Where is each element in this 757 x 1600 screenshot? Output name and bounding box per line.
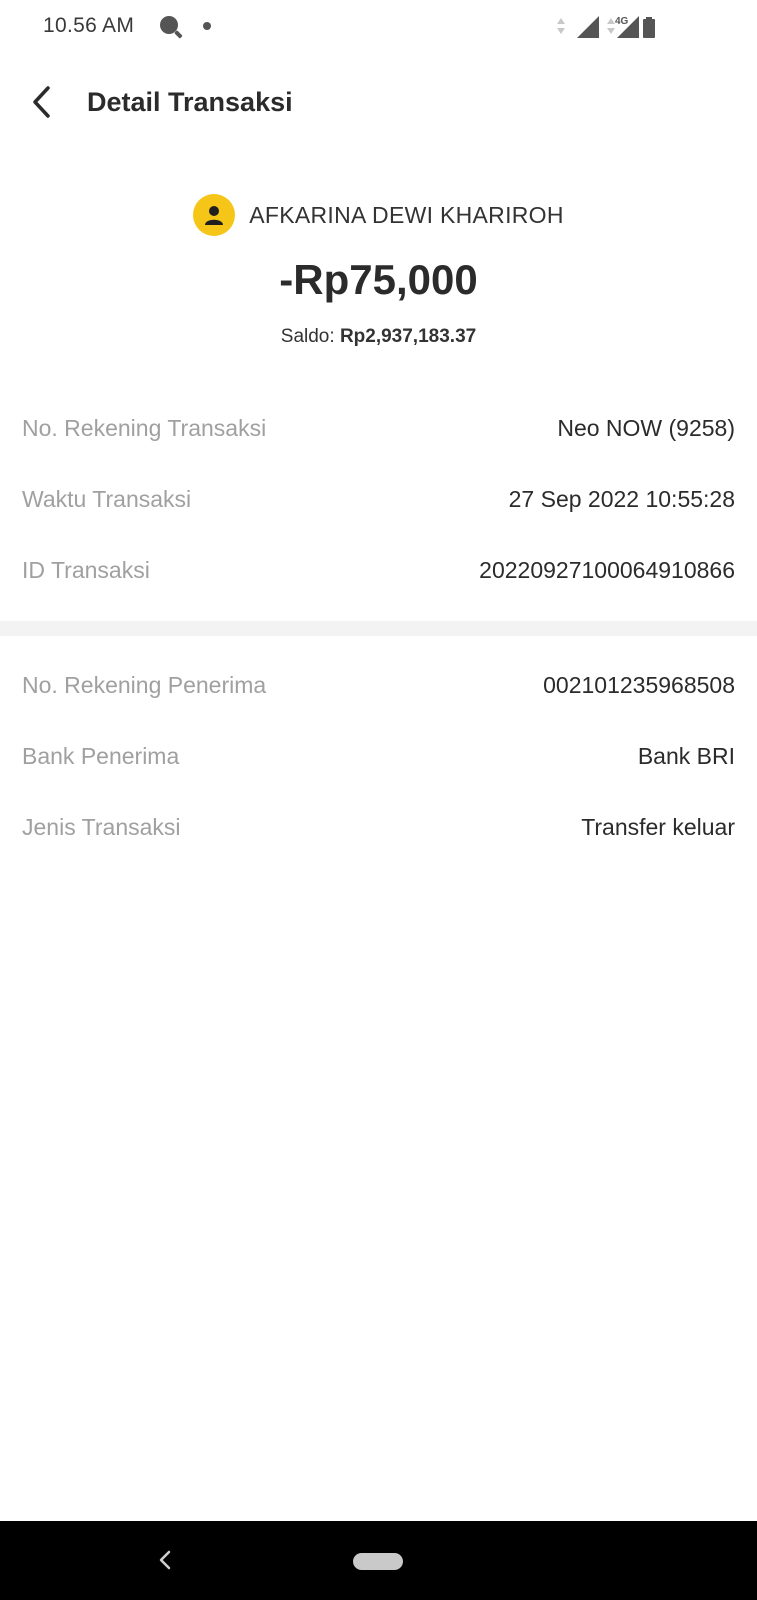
svg-text:4G: 4G — [615, 16, 629, 27]
detail-row-recipient-account: No. Rekening Penerima 002101235968508 — [0, 650, 757, 721]
signal-4g-icon: 4G — [607, 16, 639, 38]
detail-label: No. Rekening Penerima — [22, 672, 267, 698]
transaction-details-section: No. Rekening Transaksi Neo NOW (9258) Wa… — [0, 393, 757, 606]
detail-row-transaction-type: Jenis Transaksi Transfer keluar — [0, 792, 757, 863]
status-bar: 10.56 AM 4G — [0, 0, 757, 54]
section-divider — [0, 621, 757, 636]
balance-label: Saldo: — [280, 326, 340, 347]
chevron-left-icon[interactable] — [26, 82, 62, 122]
home-pill-icon[interactable] — [353, 1553, 403, 1570]
person-icon — [205, 206, 224, 225]
detail-value: Bank BRI — [637, 743, 735, 769]
detail-label: No. Rekening Transaksi — [22, 415, 267, 441]
detail-value: Neo NOW (9258) — [557, 415, 735, 441]
detail-row-recipient-bank: Bank Penerima Bank BRI — [0, 721, 757, 792]
page-title: Detail Transaksi — [87, 87, 293, 117]
status-time: 10.56 AM — [43, 14, 135, 37]
balance-value: Rp2,937,183.37 — [339, 326, 477, 347]
nav-back-icon[interactable] — [154, 1547, 176, 1573]
data-arrows-icon — [557, 18, 565, 34]
detail-label: Waktu Transaksi — [22, 486, 192, 512]
transaction-amount: -Rp75,000 — [279, 256, 478, 303]
recipient-summary: AFKARINA DEWI KHARIROH — [0, 194, 757, 236]
balance-line: Saldo: Rp2,937,183.37 — [0, 326, 757, 348]
detail-row-time: Waktu Transaksi 27 Sep 2022 10:55:28 — [0, 464, 757, 535]
detail-row-account: No. Rekening Transaksi Neo NOW (9258) — [0, 393, 757, 464]
app-header: Detail Transaksi — [0, 54, 757, 150]
detail-label: ID Transaksi — [22, 557, 150, 583]
notification-dot-icon — [203, 22, 211, 30]
search-icon — [160, 16, 183, 39]
recipient-details-section: No. Rekening Penerima 002101235968508 Ba… — [0, 650, 757, 863]
detail-value: 20220927100064910866 — [479, 557, 735, 583]
detail-label: Bank Penerima — [22, 743, 180, 769]
avatar — [193, 194, 236, 236]
detail-value: 27 Sep 2022 10:55:28 — [508, 486, 735, 512]
detail-label: Jenis Transaksi — [22, 814, 181, 840]
transaction-detail-screen: 10.56 AM 4G Detail Transaksi AFKARINA DE… — [0, 0, 757, 1600]
status-icons: 4G — [557, 16, 655, 38]
detail-value: 002101235968508 — [543, 672, 735, 698]
battery-icon — [643, 17, 655, 38]
signal-icon — [577, 16, 599, 38]
detail-row-id: ID Transaksi 20220927100064910866 — [0, 535, 757, 606]
detail-value: Transfer keluar — [581, 814, 735, 840]
system-nav-bar — [0, 1521, 757, 1600]
recipient-name: AFKARINA DEWI KHARIROH — [249, 201, 564, 228]
